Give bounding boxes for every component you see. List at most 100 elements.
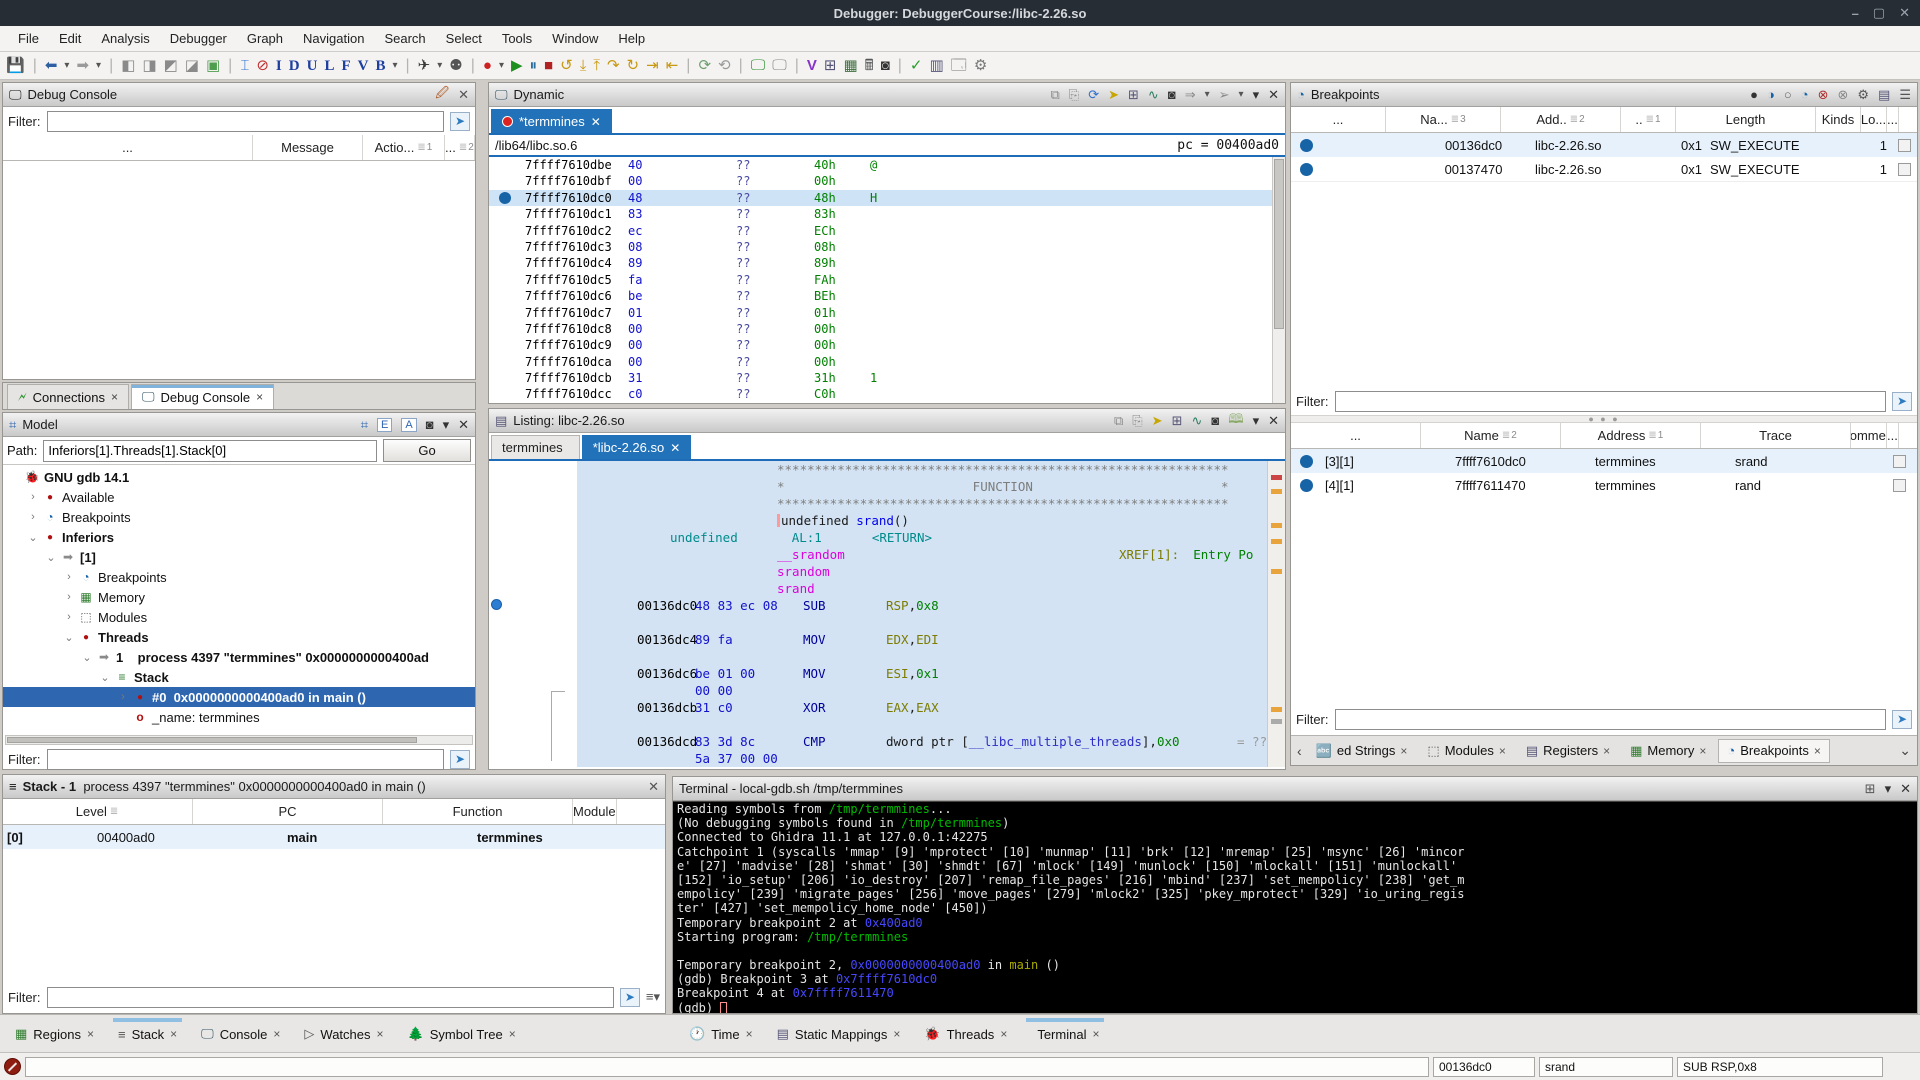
function-label[interactable]: srand [577,580,1267,597]
column-header[interactable]: Address1 [1561,423,1701,448]
path-input[interactable] [43,439,377,462]
table-columns-icon[interactable]: ▤ [1878,87,1890,103]
menu-item[interactable]: Tools [492,28,542,49]
hex-row[interactable]: 7ffff7610dc9 00 ?? 00h [489,337,1285,353]
clear-mark-icon[interactable]: ◧ [121,53,135,79]
letter-f-icon[interactable]: F [341,53,350,79]
tree-item-available[interactable]: › ● Available [3,487,475,507]
new-table-icon[interactable]: ⊞ [1128,87,1139,103]
menu-item[interactable]: Select [436,28,492,49]
goto-menu-icon[interactable]: ▾ [1205,89,1210,100]
horizontal-scrollbar[interactable] [5,735,473,745]
tab-threads[interactable]: 🐞 Threads × [915,1019,1016,1049]
hex-row[interactable]: 7ffff7610dbe 40 ?? 40h @ [489,157,1285,173]
kill-icon[interactable]: ■ [544,53,553,79]
marker-strip[interactable] [1267,461,1285,767]
tree-item-memory[interactable]: › ▦ Memory [3,587,475,607]
tab-close-icon[interactable]: × [87,1027,94,1041]
tab-watches[interactable]: ▷ Watches × [295,1019,392,1049]
tab-close-icon[interactable]: ✕ [591,115,601,129]
letter-b-icon[interactable]: B [375,53,385,79]
menu-item[interactable]: Debugger [160,28,237,49]
navigate-forward-icon[interactable]: ➡ [76,53,89,79]
tab-memory[interactable]: ▦ Memory × [1622,739,1714,763]
toolbar-separator[interactable]: | [795,53,799,79]
column-header[interactable]: Comment [1851,423,1887,448]
tab-close-icon[interactable]: × [256,390,263,404]
hex-row[interactable]: 7ffff7610dcc c0 ?? C0h [489,386,1285,402]
step-to-icon[interactable]: ⇥ [646,53,659,79]
tree-item-inferior-breakpoints[interactable]: › ◔ Breakpoints [3,567,475,587]
tab-close-icon[interactable]: × [1092,1027,1099,1041]
refresh-trace-icon[interactable]: ⟳ [698,53,711,79]
follow-icon[interactable]: ➢ [1219,87,1230,103]
save-icon[interactable]: 💾 [6,53,25,79]
close-icon[interactable]: ✕ [1268,413,1279,429]
tab-symbol-tree[interactable]: 🌲 Symbol Tree × [399,1019,525,1049]
tab-close-icon[interactable]: × [746,1027,753,1041]
breakpoint-gutter[interactable] [489,206,525,222]
column-header[interactable]: Message [253,135,363,160]
filter-input[interactable] [46,986,614,1008]
tab-close-icon[interactable]: × [893,1027,900,1041]
snapshot-icon[interactable]: ◙ [881,53,890,79]
tab-time[interactable]: 🕐 Time × [680,1019,762,1049]
tree-item-name[interactable]: o _name: termmines [3,707,475,727]
tab-registers[interactable]: ▤ Registers × [1518,739,1618,763]
tab-connections[interactable]: 🗲 Connections × [7,384,129,409]
breakpoint-row[interactable]: 00137470 libc-2.26.so 0x1 SW_EXECUTE 1 [1291,157,1917,181]
record-icon[interactable]: ● [483,53,492,79]
paste-icon[interactable]: ⎘ [1132,413,1142,429]
clear-mark-icon[interactable]: ◪ [185,53,199,79]
launch-menu-icon[interactable]: ▾ [437,53,442,79]
menu-item[interactable]: Analysis [91,28,159,49]
tab-close-icon[interactable]: × [1699,744,1706,758]
maximize-icon[interactable]: ▢ [1873,5,1885,21]
close-icon[interactable]: ✕ [1268,87,1279,103]
register-table-icon[interactable]: ▥ [929,53,943,79]
window-icon[interactable]: 🗔 [951,53,967,79]
column-header[interactable]: ... [1291,107,1386,132]
tab-close-icon[interactable]: × [377,1027,384,1041]
tree-item-modules[interactable]: › ⬚ Modules [3,607,475,627]
goto-icon[interactable]: ⇒ [1185,87,1196,103]
tab-close-icon[interactable]: × [1400,744,1407,758]
column-settings-icon[interactable]: ≡▾ [646,989,660,1005]
breakpoint-enabled-icon[interactable] [1299,478,1313,492]
vertical-scrollbar[interactable] [1272,157,1285,403]
column-header[interactable]: Kinds [1816,107,1861,132]
breakpoint-gutter[interactable] [489,239,525,255]
expand-arrow-icon[interactable]: › [61,571,77,583]
toolbar-separator[interactable]: | [406,53,410,79]
breakpoint-enabled-icon[interactable] [1299,138,1313,152]
tab-close-icon[interactable]: ✕ [670,441,680,455]
clear-all-icon[interactable]: ⊗ [1837,87,1848,103]
navigate-back-icon[interactable]: ⬅ [45,53,58,79]
close-icon[interactable]: ✕ [648,779,659,795]
hex-row-breakpoint[interactable]: 7ffff7610dc0 48 ?? 48h H [489,189,1285,207]
column-header[interactable]: ... [3,135,253,160]
step-into-icon[interactable]: ⤓ [580,53,587,79]
tab-close-icon[interactable]: × [170,1027,177,1041]
breakpoint-enabled-icon[interactable] [1299,162,1313,176]
record-menu-icon[interactable]: ▾ [499,53,504,79]
logical-breakpoint-row[interactable]: [3][1] 7ffff7610dc0 termmines srand [1291,449,1917,473]
toolbar-separator[interactable]: | [739,53,743,79]
tab-close-icon[interactable]: × [1499,744,1506,758]
chart-icon[interactable]: ∿ [1148,87,1159,103]
filter-options-icon[interactable]: ➤ [1892,709,1912,729]
new-table-icon[interactable]: ⊞ [1172,413,1183,429]
menu-item[interactable]: Search [374,28,435,49]
settings-icon[interactable]: ⚙ [1857,87,1869,103]
tab-console[interactable]: 🖵 Console × [192,1019,289,1049]
column-header[interactable]: Add..2 [1501,107,1621,132]
tree-item-thread-1[interactable]: ⌄ ➡ 1 process 4397 "termmines" 0x0000000… [3,647,475,667]
tab-regions[interactable]: ▦ Regions × [6,1019,103,1049]
listing-body[interactable]: ****************************************… [489,461,1285,767]
book-icon[interactable]: 🕮 [1228,410,1243,432]
hex-row[interactable]: 7ffff7610dc6 be ?? BEh [489,288,1285,304]
column-header[interactable]: ... [1887,423,1899,448]
letter-l-icon[interactable]: L [324,53,334,79]
filter-options-icon[interactable]: ➤ [450,749,470,769]
tab-termmines[interactable]: termmines [491,435,580,459]
